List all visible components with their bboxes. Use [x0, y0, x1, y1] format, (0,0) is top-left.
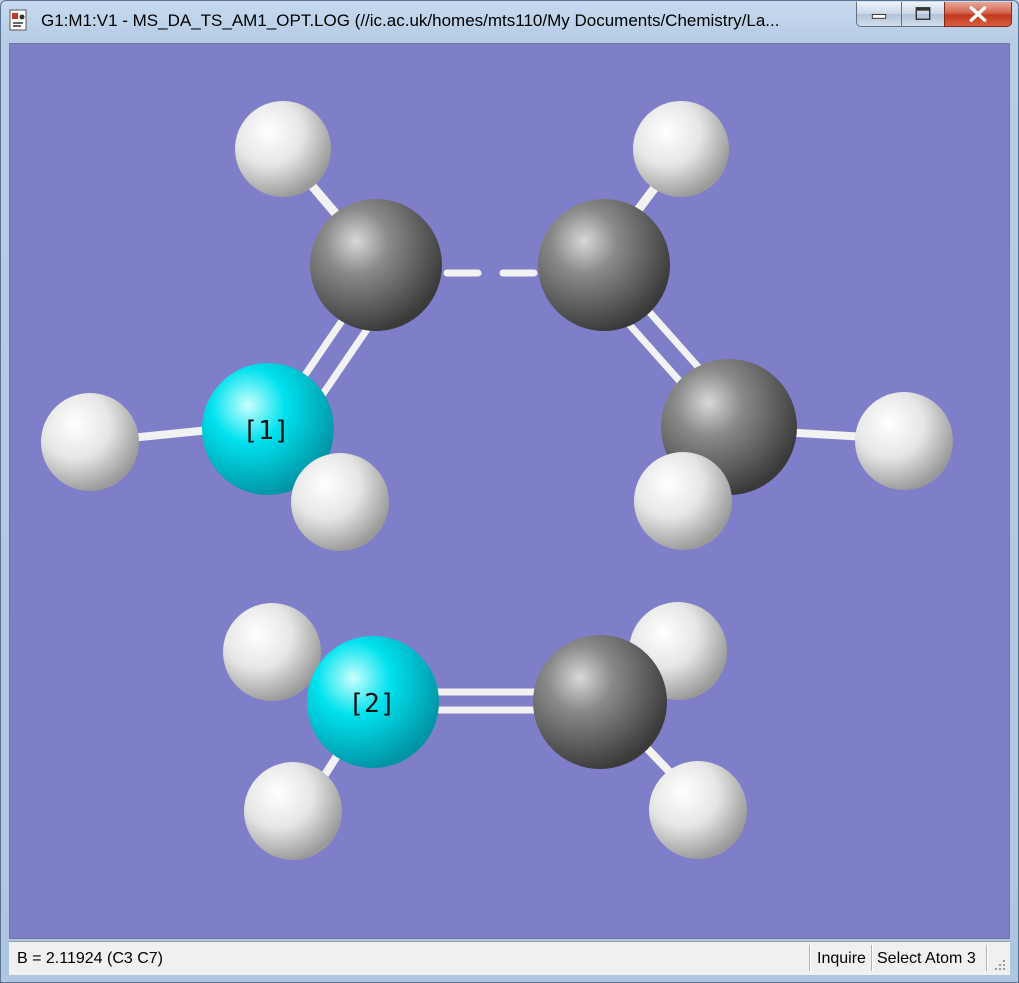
status-separator [871, 945, 873, 971]
molecule-scene: [1] [2] [41, 101, 953, 860]
status-separator [809, 945, 811, 971]
status-bar: B = 2.11924 (C3 C7) Inquire Select Atom … [9, 941, 1010, 975]
hydrogen-atom[interactable] [649, 761, 747, 859]
app-window: G1:M1:V1 - MS_DA_TS_AM1_OPT.LOG (//ic.ac… [0, 0, 1019, 983]
title-bar[interactable]: G1:M1:V1 - MS_DA_TS_AM1_OPT.LOG (//ic.ac… [1, 1, 1018, 41]
maximize-icon [915, 7, 931, 20]
carbon-atom[interactable] [538, 199, 670, 331]
carbon-atom[interactable] [310, 199, 442, 331]
maximize-button[interactable] [901, 2, 945, 27]
atoms [41, 101, 953, 860]
hydrogen-atom[interactable] [244, 762, 342, 860]
status-measurement: B = 2.11924 (C3 C7) [17, 950, 164, 967]
window-title: G1:M1:V1 - MS_DA_TS_AM1_OPT.LOG (//ic.ac… [41, 11, 780, 30]
hydrogen-atom[interactable] [235, 101, 331, 197]
molecule-viewport[interactable]: [1] [2] [9, 43, 1010, 939]
carbon-atom[interactable] [533, 635, 667, 769]
hydrogen-atom[interactable] [223, 603, 321, 701]
atom-label-2: [2] [349, 689, 396, 719]
close-icon [969, 6, 987, 22]
atom-label-1: [1] [243, 416, 290, 446]
bonds [86, 149, 904, 818]
gaussview-document-icon [9, 9, 27, 31]
close-button[interactable] [944, 2, 1012, 27]
minimize-icon [871, 14, 887, 19]
hydrogen-atom[interactable] [633, 101, 729, 197]
hydrogen-atom[interactable] [855, 392, 953, 490]
hydrogen-atom[interactable] [41, 393, 139, 491]
status-separator [986, 945, 988, 971]
minimize-button[interactable] [856, 2, 902, 27]
status-mode: Inquire [817, 950, 866, 967]
resize-grip-icon[interactable] [994, 959, 1006, 971]
status-action: Select Atom 3 [877, 950, 976, 967]
hydrogen-atom[interactable] [291, 453, 389, 551]
hydrogen-atom[interactable] [634, 452, 732, 550]
